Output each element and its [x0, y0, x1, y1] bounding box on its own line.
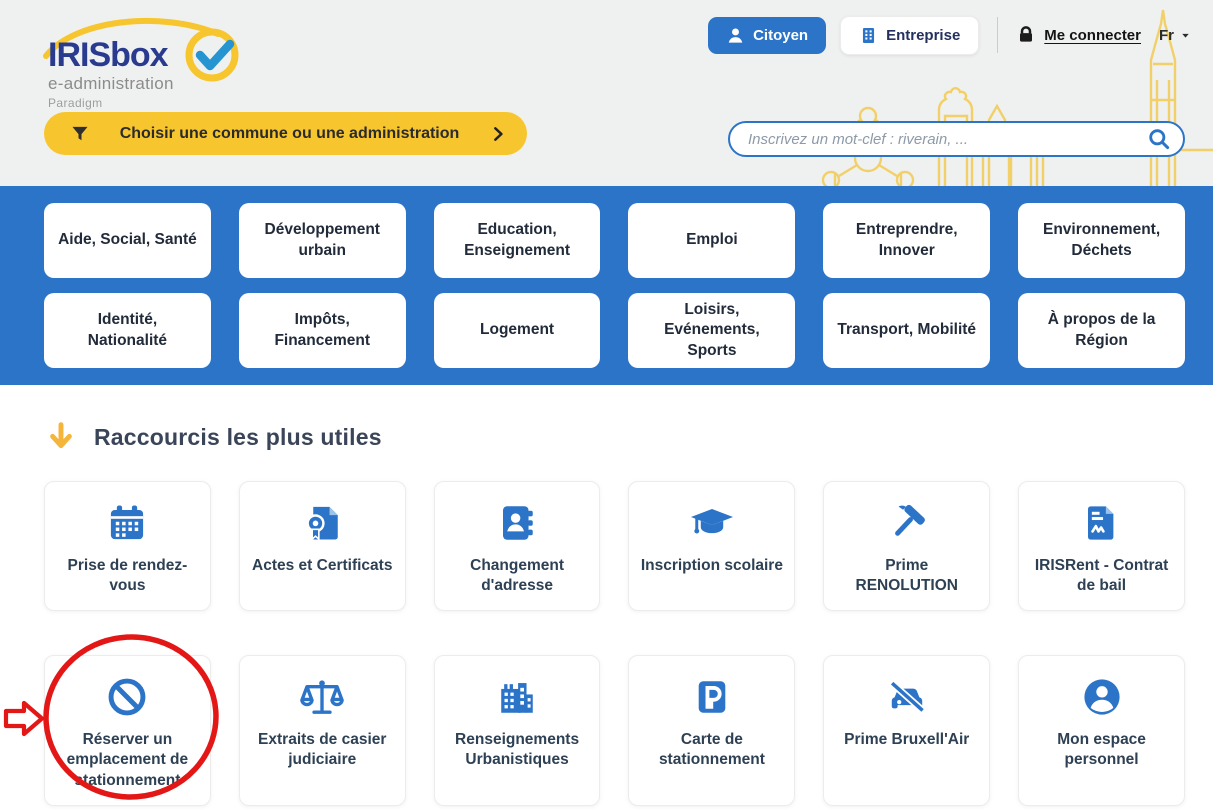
justice-scales-icon — [299, 674, 345, 720]
shortcut-label: Prise de rendez-vous — [55, 556, 200, 596]
shortcuts-title: Raccourcis les plus utiles — [94, 424, 382, 451]
irisbox-logo[interactable]: IRISbox e-administration Paradigm — [40, 8, 270, 108]
shortcut-reserver-emplacement-stationnement[interactable]: Réserver un emplacement de stationnement — [44, 655, 211, 805]
category-label: Loisirs, Evénements, Sports — [640, 300, 783, 360]
category-transport-mobilite[interactable]: Transport, Mobilité — [823, 293, 990, 368]
choose-commune-button[interactable]: Choisir une commune ou une administratio… — [44, 112, 527, 155]
logo-tagline: Paradigm — [48, 96, 103, 110]
category-label: Emploi — [686, 230, 738, 250]
category-band: Aide, Social, Santé Développement urbain… — [0, 186, 1213, 385]
address-book-icon — [496, 500, 538, 546]
category-label: Impôts, Financement — [251, 310, 394, 350]
shortcut-actes-et-certificats[interactable]: Actes et Certificats — [239, 481, 406, 611]
shortcut-label: Inscription scolaire — [641, 556, 783, 576]
category-aide-social-sante[interactable]: Aide, Social, Santé — [44, 203, 211, 278]
shortcut-changement-adresse[interactable]: Changement d'adresse — [434, 481, 601, 611]
category-label: Logement — [480, 320, 554, 340]
car-slash-icon — [884, 674, 930, 720]
category-a-propos-region[interactable]: À propos de la Région — [1018, 293, 1185, 368]
shortcut-renseignements-urbanistiques[interactable]: Renseignements Urbanistiques — [434, 655, 601, 805]
category-label: Aide, Social, Santé — [58, 230, 197, 250]
shortcut-label: Prime Bruxell'Air — [844, 730, 969, 750]
citoyen-label: Citoyen — [753, 27, 808, 44]
category-logement[interactable]: Logement — [434, 293, 601, 368]
shortcut-label: IRISRent - Contrat de bail — [1029, 556, 1174, 596]
shortcut-prime-bruxellair[interactable]: Prime Bruxell'Air — [823, 655, 990, 805]
category-loisirs-evenements-sports[interactable]: Loisirs, Evénements, Sports — [628, 293, 795, 368]
filter-icon — [70, 124, 90, 144]
shortcuts-row-1: Prise de rendez-vous Actes et Certificat… — [44, 481, 1185, 611]
category-label: Education, Enseignement — [446, 220, 589, 260]
search-bar — [728, 121, 1185, 157]
calendar-icon — [106, 500, 148, 546]
lock-icon — [1016, 25, 1036, 45]
category-label: À propos de la Région — [1030, 310, 1173, 350]
shortcut-prise-de-rendez-vous[interactable]: Prise de rendez-vous — [44, 481, 211, 611]
me-connecter-label: Me connecter — [1044, 27, 1141, 44]
category-label: Identité, Nationalité — [56, 310, 199, 350]
shortcut-inscription-scolaire[interactable]: Inscription scolaire — [628, 481, 795, 611]
logo-subtitle: e-administration — [48, 74, 174, 94]
no-entry-icon — [105, 674, 149, 720]
search-icon[interactable] — [1147, 127, 1171, 151]
page-header: IRISbox e-administration Paradigm Citoye… — [0, 0, 1213, 186]
person-circle-icon — [1080, 674, 1124, 720]
language-selector[interactable]: Fr — [1159, 27, 1191, 44]
language-label: Fr — [1159, 27, 1174, 44]
category-label: Environnement, Déchets — [1030, 220, 1173, 260]
shortcut-carte-de-stationnement[interactable]: Carte de stationnement — [628, 655, 795, 805]
red-arrow-annotation — [6, 703, 42, 734]
category-education-enseignement[interactable]: Education, Enseignement — [434, 203, 601, 278]
shortcut-extraits-casier-judiciaire[interactable]: Extraits de casier judiciaire — [239, 655, 406, 805]
choose-commune-label: Choisir une commune ou une administratio… — [90, 125, 489, 143]
person-icon — [726, 26, 745, 45]
shortcut-label: Carte de stationnement — [639, 730, 784, 770]
category-label: Transport, Mobilité — [837, 320, 976, 340]
logo-title: IRISbox — [48, 36, 168, 75]
caret-down-icon — [1180, 30, 1191, 41]
category-impots-financement[interactable]: Impôts, Financement — [239, 293, 406, 368]
category-emploi[interactable]: Emploi — [628, 203, 795, 278]
me-connecter-link[interactable]: Me connecter — [1016, 25, 1141, 45]
shortcut-mon-espace-personnel[interactable]: Mon espace personnel — [1018, 655, 1185, 805]
shortcut-irisrent-contrat-de-bail[interactable]: IRISRent - Contrat de bail — [1018, 481, 1185, 611]
shortcut-label: Actes et Certificats — [252, 556, 392, 576]
shortcut-label: Extraits de casier judiciaire — [250, 730, 395, 770]
buildings-icon — [495, 674, 539, 720]
shortcuts-header: Raccourcis les plus utiles — [46, 418, 1185, 456]
entreprise-button[interactable]: Entreprise — [840, 16, 979, 55]
hammer-icon — [886, 500, 928, 546]
category-label: Entreprendre, Innover — [835, 220, 978, 260]
chevron-right-icon — [489, 125, 507, 143]
shortcut-prime-renolution[interactable]: Prime RENOLUTION — [823, 481, 990, 611]
category-entreprendre-innover[interactable]: Entreprendre, Innover — [823, 203, 990, 278]
category-identite-nationalite[interactable]: Identité, Nationalité — [44, 293, 211, 368]
down-arrow-icon — [46, 421, 76, 453]
category-label: Développement urbain — [251, 220, 394, 260]
search-input[interactable] — [748, 131, 1147, 148]
shortcuts-row-2: Réserver un emplacement de stationnement… — [44, 655, 1185, 805]
category-developpement-urbain[interactable]: Développement urbain — [239, 203, 406, 278]
header-actions: Citoyen Entreprise Me connecter Fr — [708, 15, 1191, 55]
shortcut-label: Réserver un emplacement de stationnement — [55, 730, 200, 790]
entreprise-label: Entreprise — [886, 27, 960, 44]
shortcut-label: Changement d'adresse — [445, 556, 590, 596]
lease-contract-icon — [1081, 500, 1123, 546]
header-divider — [997, 17, 998, 53]
parking-icon — [691, 674, 733, 720]
building-icon — [859, 26, 878, 45]
citoyen-button[interactable]: Citoyen — [708, 17, 826, 54]
certificate-icon — [301, 500, 343, 546]
category-environnement-dechets[interactable]: Environnement, Déchets — [1018, 203, 1185, 278]
graduation-cap-icon — [689, 500, 735, 546]
shortcut-label: Renseignements Urbanistiques — [445, 730, 590, 770]
shortcut-label: Prime RENOLUTION — [834, 556, 979, 596]
shortcut-label: Mon espace personnel — [1029, 730, 1174, 770]
